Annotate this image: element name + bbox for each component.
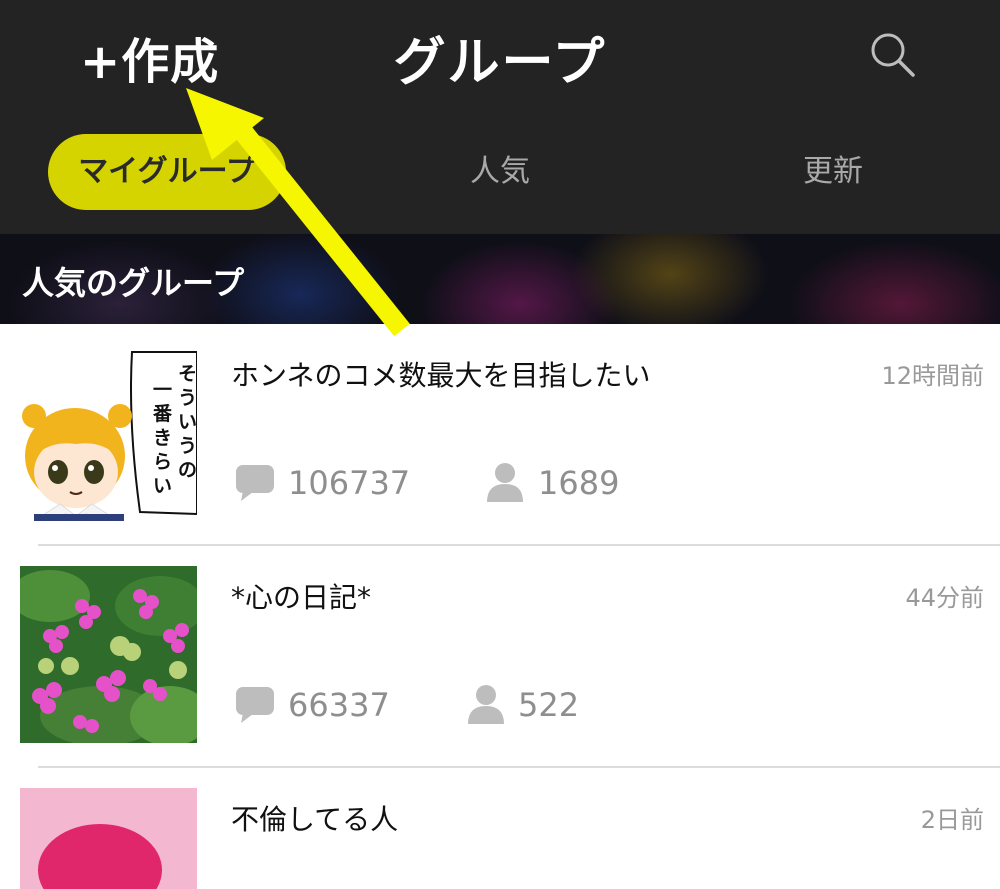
section-title: 人気のグループ: [22, 264, 245, 302]
svg-text:の: の: [178, 459, 197, 481]
group-thumbnail-manga: そ う い う の 一 番 き ら い: [20, 344, 197, 521]
member-count: 522: [518, 686, 580, 724]
search-icon[interactable]: [868, 30, 916, 78]
svg-text:そ: そ: [178, 363, 197, 385]
comment-icon: [236, 465, 274, 501]
page-title: グループ: [393, 33, 607, 93]
svg-text:き: き: [153, 427, 172, 449]
tab-popular[interactable]: 人気: [440, 134, 560, 210]
tab-updated[interactable]: 更新: [770, 134, 896, 210]
group-title: *心の日記*: [231, 581, 372, 614]
comment-count: 106737: [288, 464, 411, 502]
group-thumbnail-flowers: [20, 566, 197, 743]
svg-text:一: 一: [153, 379, 172, 401]
group-row-3[interactable]: 不倫してる人 2日前: [0, 768, 1000, 889]
tab-my-groups[interactable]: マイグループ: [48, 134, 286, 210]
comment-count: 66337: [288, 686, 390, 724]
app-header: +作成 グループ マイグループ 人気 更新: [0, 0, 1000, 234]
group-title: ホンネのコメ数最大を目指したい: [231, 359, 651, 392]
svg-text:い: い: [153, 475, 172, 497]
group-updated-time: 12時間前: [881, 362, 984, 390]
svg-text:う: う: [178, 387, 197, 409]
member-icon: [468, 685, 504, 724]
member-icon: [487, 463, 523, 502]
group-updated-time: 44分前: [905, 584, 984, 612]
svg-text:ら: ら: [153, 451, 172, 473]
member-count: 1689: [538, 464, 620, 502]
svg-text:う: う: [178, 435, 197, 457]
group-title: 不倫してる人: [231, 803, 399, 836]
group-thumbnail-pink: [20, 788, 197, 889]
group-row-1[interactable]: そ う い う の 一 番 き ら い ホンネのコメ数最大を目指したい 12時間…: [0, 324, 1000, 546]
svg-text:い: い: [178, 411, 197, 433]
svg-text:番: 番: [152, 403, 173, 425]
group-updated-time: 2日前: [920, 806, 984, 834]
section-banner: 人気のグループ: [0, 234, 1000, 324]
comment-icon: [236, 687, 274, 723]
group-row-2[interactable]: *心の日記* 44分前 66337 522: [0, 546, 1000, 768]
